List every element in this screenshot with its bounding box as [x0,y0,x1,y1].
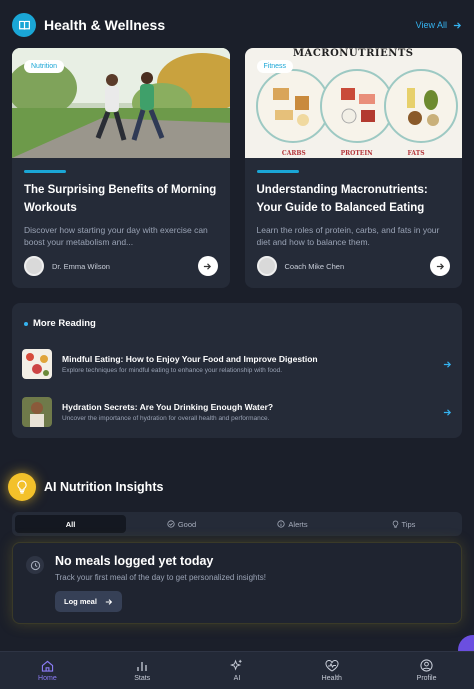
heart-pulse-icon [325,659,339,672]
image-label: CARBS [281,150,306,157]
ai-insights-title: AI Nutrition Insights [44,480,164,494]
author-name: Dr. Emma Wilson [52,261,110,271]
arrow-right-icon [203,262,212,270]
empty-insights-card: No meals logged yet today Track your fir… [12,542,462,624]
article-card[interactable]: Nutrition The Surprising Benefits of Mor… [12,48,230,288]
list-item-subtitle: Uncover the importance of hydration for … [62,415,270,422]
list-item[interactable]: Mindful Eating: How to Enjoy Your Food a… [22,348,452,380]
image-label: PROTEIN [340,150,373,157]
more-reading-title: More Reading [33,318,96,329]
tab-all[interactable]: All [15,515,126,533]
tab-tips[interactable]: Tips [348,515,459,533]
category-tag: Nutrition [24,60,65,73]
image-label: FATS [407,150,425,157]
author-avatar [24,256,44,276]
card-description: Learn the roles of protein, carbs, and f… [256,225,440,247]
sparkles-icon [230,659,243,671]
accent-bar [256,170,299,173]
open-article-button[interactable] [430,256,450,276]
open-article-button[interactable] [197,256,218,276]
image-heading: MACRONUTRIENTS [292,48,414,59]
lightbulb-icon [8,473,36,501]
nav-label: Stats [134,674,151,682]
nav-health[interactable]: Health [284,652,379,689]
hydration-thumbnail [22,397,52,427]
empty-state-subtitle: Track your first meal of the day to get … [55,573,266,582]
arrow-right-icon [436,262,444,270]
section-title: Health & Wellness [44,17,166,33]
tab-label: Good [177,519,197,529]
empty-state-title: No meals logged yet today [55,554,214,568]
article-card[interactable]: MACRONUTRIENTS CARBS PROTEIN FATS Fitnes… [244,48,462,288]
tab-label: Tips [401,519,416,529]
clock-icon [26,556,44,574]
list-item-title: Hydration Secrets: Are You Drinking Enou… [62,402,274,412]
arrow-right-icon [105,598,113,605]
bullet-dot [24,321,28,326]
section-header: Health & Wellness View All [12,12,462,38]
card-description: Discover how starting your day with exer… [24,225,208,247]
author-avatar [256,256,277,276]
nav-home[interactable]: Home [0,652,95,689]
nav-label: AI [233,675,241,682]
tab-good[interactable]: Good [126,515,237,533]
tab-label: Alerts [288,519,308,529]
list-item-subtitle: Explore techniques for mindful eating to… [62,367,283,374]
info-circle-icon [277,520,286,528]
nav-profile[interactable]: Profile [379,652,474,689]
tab-label: All [65,519,76,529]
arrow-right-icon [443,360,452,368]
nav-stats[interactable]: Stats [95,652,190,689]
more-reading-panel: More Reading Mindful Eating: How to Enjo… [12,303,462,438]
author-name: Coach Mike Chen [284,261,345,271]
log-meal-label: Log meal [64,597,97,606]
list-item-title: Mindful Eating: How to Enjoy Your Food a… [62,354,318,364]
check-circle-icon [167,520,175,528]
bottom-nav: Home Stats AI Health Profile [0,651,474,689]
user-circle-icon [420,659,433,672]
bar-chart-icon [137,661,147,671]
accent-bar [24,170,66,173]
log-meal-button[interactable]: Log meal [55,591,122,612]
view-all-label: View All [415,20,447,30]
nav-ai[interactable]: AI [190,652,285,689]
lightbulb-icon [392,520,398,528]
ai-insights-header: AI Nutrition Insights [8,472,163,502]
macronutrients-image: MACRONUTRIENTS CARBS PROTEIN FATS Fitnes… [244,48,462,158]
arrow-right-icon [453,21,462,29]
runners-image: Nutrition [12,48,230,158]
home-icon [41,660,54,672]
view-all-link[interactable]: View All [416,20,462,30]
book-icon [12,13,36,37]
card-title: The Surprising Benefits of Morning Worko… [24,184,217,214]
nav-label: Home [38,674,57,682]
nav-label: Profile [416,675,437,682]
insight-tabs: All Good Alerts Tips [12,512,462,536]
nav-label: Health [321,674,342,682]
arrow-right-icon [443,408,452,416]
category-tag: Fitness [256,60,294,73]
tab-alerts[interactable]: Alerts [237,515,348,533]
list-item[interactable]: Hydration Secrets: Are You Drinking Enou… [22,396,452,428]
mindful-eating-thumbnail [22,349,52,379]
card-title: Understanding Macronutrients: Your Guide… [256,184,428,214]
